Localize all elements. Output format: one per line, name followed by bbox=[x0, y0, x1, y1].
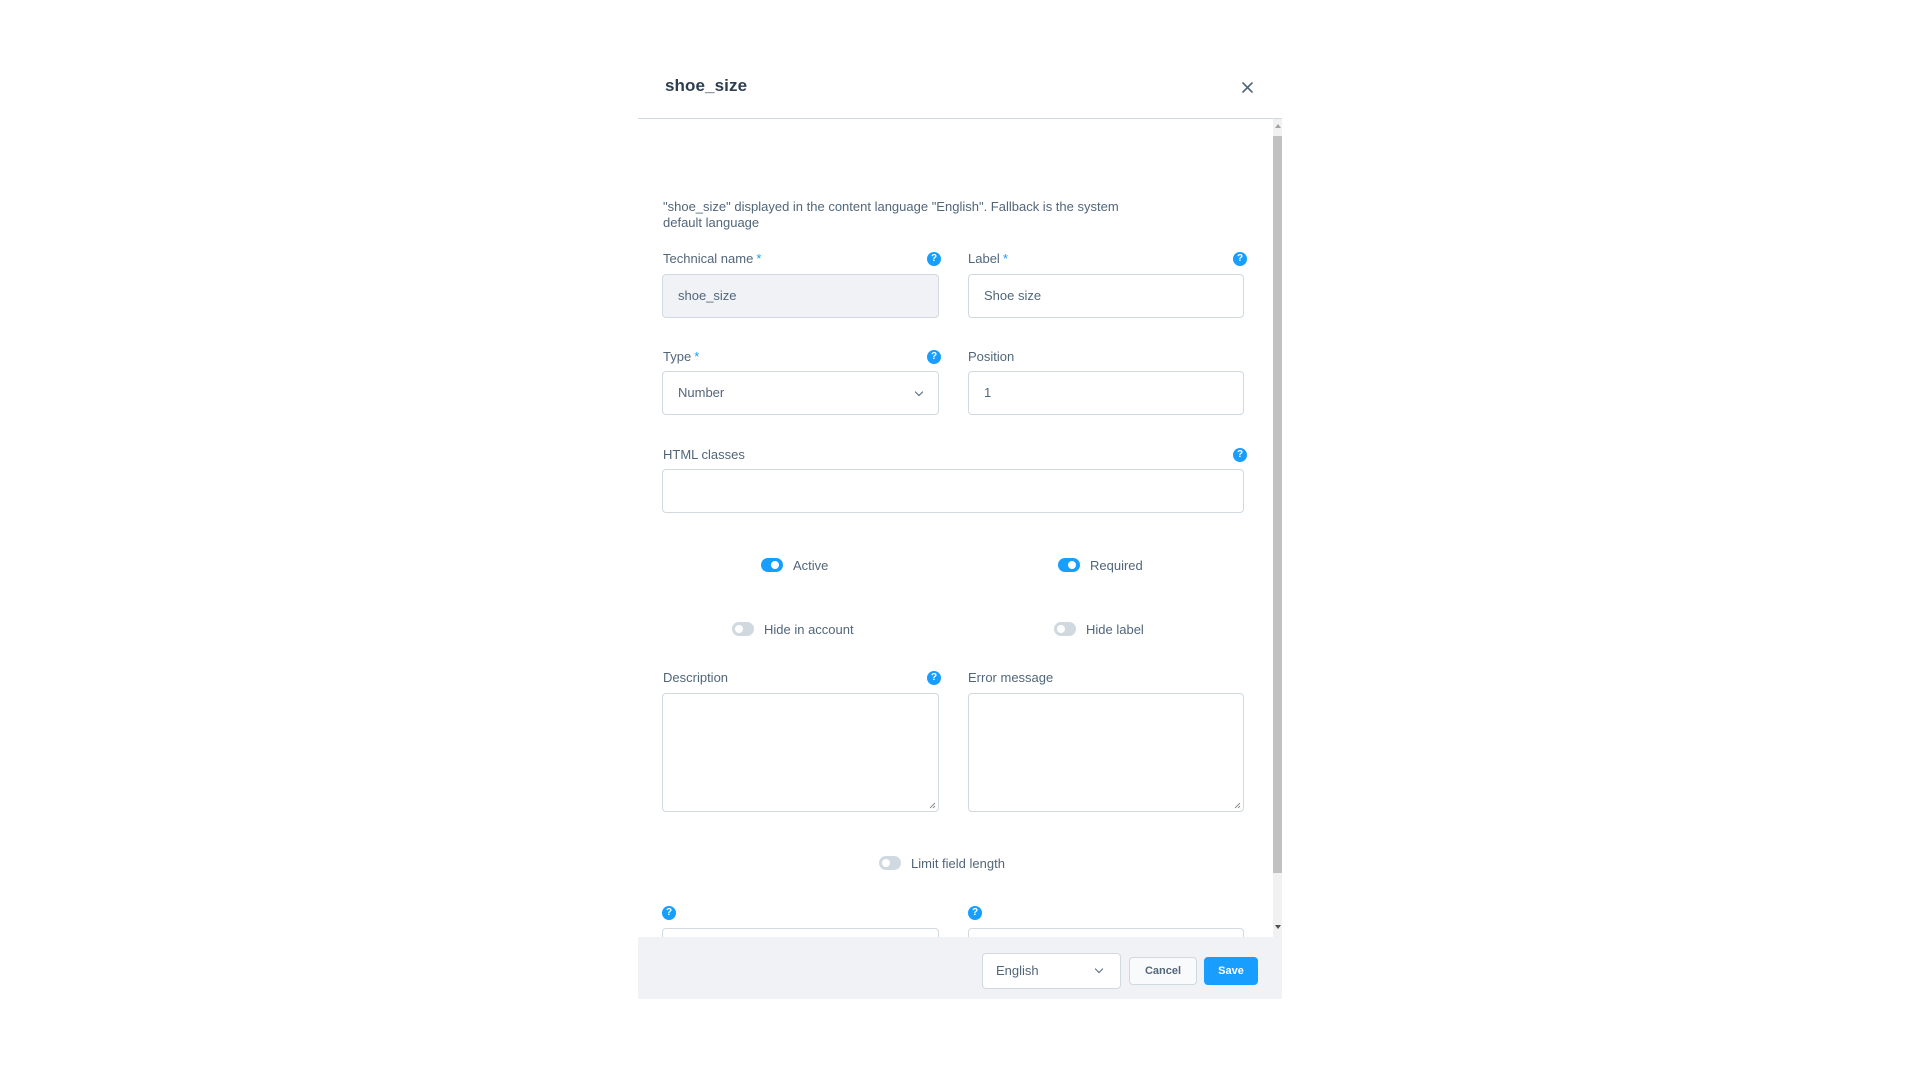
resize-handle-icon[interactable] bbox=[1233, 801, 1241, 809]
hide-label-toggle[interactable]: Hide label bbox=[1054, 619, 1144, 639]
sales-channels-select[interactable]: Select Sales Channels... bbox=[662, 928, 939, 937]
help-icon[interactable]: ? bbox=[968, 906, 982, 920]
label-input[interactable]: Shoe size bbox=[968, 274, 1244, 318]
chevron-down-icon bbox=[914, 387, 924, 397]
toggle-switch-off[interactable] bbox=[1054, 622, 1076, 636]
required-asterisk: * bbox=[1002, 251, 1008, 266]
scrollbar-thumb[interactable] bbox=[1273, 136, 1282, 873]
required-asterisk: * bbox=[756, 251, 762, 266]
vertical-scrollbar[interactable] bbox=[1273, 119, 1282, 937]
help-icon[interactable]: ? bbox=[927, 671, 941, 685]
content-language-info: "shoe_size" displayed in the content lan… bbox=[663, 199, 1119, 230]
technical-name-label: Technical name * bbox=[663, 251, 762, 266]
html-classes-input[interactable] bbox=[662, 469, 1244, 513]
language-select[interactable]: English bbox=[982, 953, 1121, 989]
required-toggle[interactable]: Required bbox=[1058, 555, 1143, 575]
position-input[interactable]: 1 bbox=[968, 371, 1244, 415]
toggle-switch-on[interactable] bbox=[1058, 558, 1080, 572]
limit-field-length-toggle[interactable]: Limit field length bbox=[879, 853, 1005, 873]
cancel-button[interactable]: Cancel bbox=[1129, 957, 1197, 985]
error-message-label: Error message bbox=[968, 670, 1054, 685]
toggle-switch-on[interactable] bbox=[761, 558, 783, 572]
toggle-switch-off[interactable] bbox=[879, 856, 901, 870]
scroll-down-arrow-icon[interactable] bbox=[1275, 925, 1281, 929]
close-icon bbox=[1241, 81, 1253, 93]
toggle-switch-off[interactable] bbox=[732, 622, 754, 636]
help-icon[interactable]: ? bbox=[927, 252, 941, 266]
chevron-down-icon bbox=[1094, 964, 1104, 974]
modal-header: shoe_size bbox=[638, 61, 1282, 119]
custom-field-modal: shoe_size "shoe_size" displayed in the c… bbox=[638, 61, 1282, 999]
save-button[interactable]: Save bbox=[1204, 957, 1258, 985]
close-button[interactable] bbox=[1238, 78, 1256, 96]
error-message-textarea[interactable] bbox=[968, 693, 1244, 812]
position-label: Position bbox=[968, 349, 1015, 364]
label-field-label: Label * bbox=[968, 251, 1008, 266]
help-icon[interactable]: ? bbox=[927, 350, 941, 364]
type-select[interactable]: Number bbox=[662, 371, 939, 415]
scroll-up-arrow-icon[interactable] bbox=[1275, 124, 1281, 128]
customer-groups-select[interactable]: Select customer groups... bbox=[968, 928, 1244, 937]
description-label: Description bbox=[663, 670, 729, 685]
required-asterisk: * bbox=[694, 349, 700, 364]
modal-title: shoe_size bbox=[665, 76, 748, 95]
hide-in-account-toggle[interactable]: Hide in account bbox=[732, 619, 854, 639]
help-icon[interactable]: ? bbox=[1233, 252, 1247, 266]
modal-footer: English Cancel Save bbox=[638, 937, 1282, 999]
help-icon[interactable]: ? bbox=[662, 906, 676, 920]
description-textarea[interactable] bbox=[662, 693, 939, 812]
technical-name-input[interactable]: shoe_size bbox=[662, 274, 939, 318]
help-icon[interactable]: ? bbox=[1233, 448, 1247, 462]
modal-body: "shoe_size" displayed in the content lan… bbox=[638, 119, 1282, 937]
resize-handle-icon[interactable] bbox=[928, 801, 936, 809]
active-toggle[interactable]: Active bbox=[761, 555, 828, 575]
type-label: Type * bbox=[663, 349, 700, 364]
html-classes-label: HTML classes bbox=[663, 447, 745, 462]
